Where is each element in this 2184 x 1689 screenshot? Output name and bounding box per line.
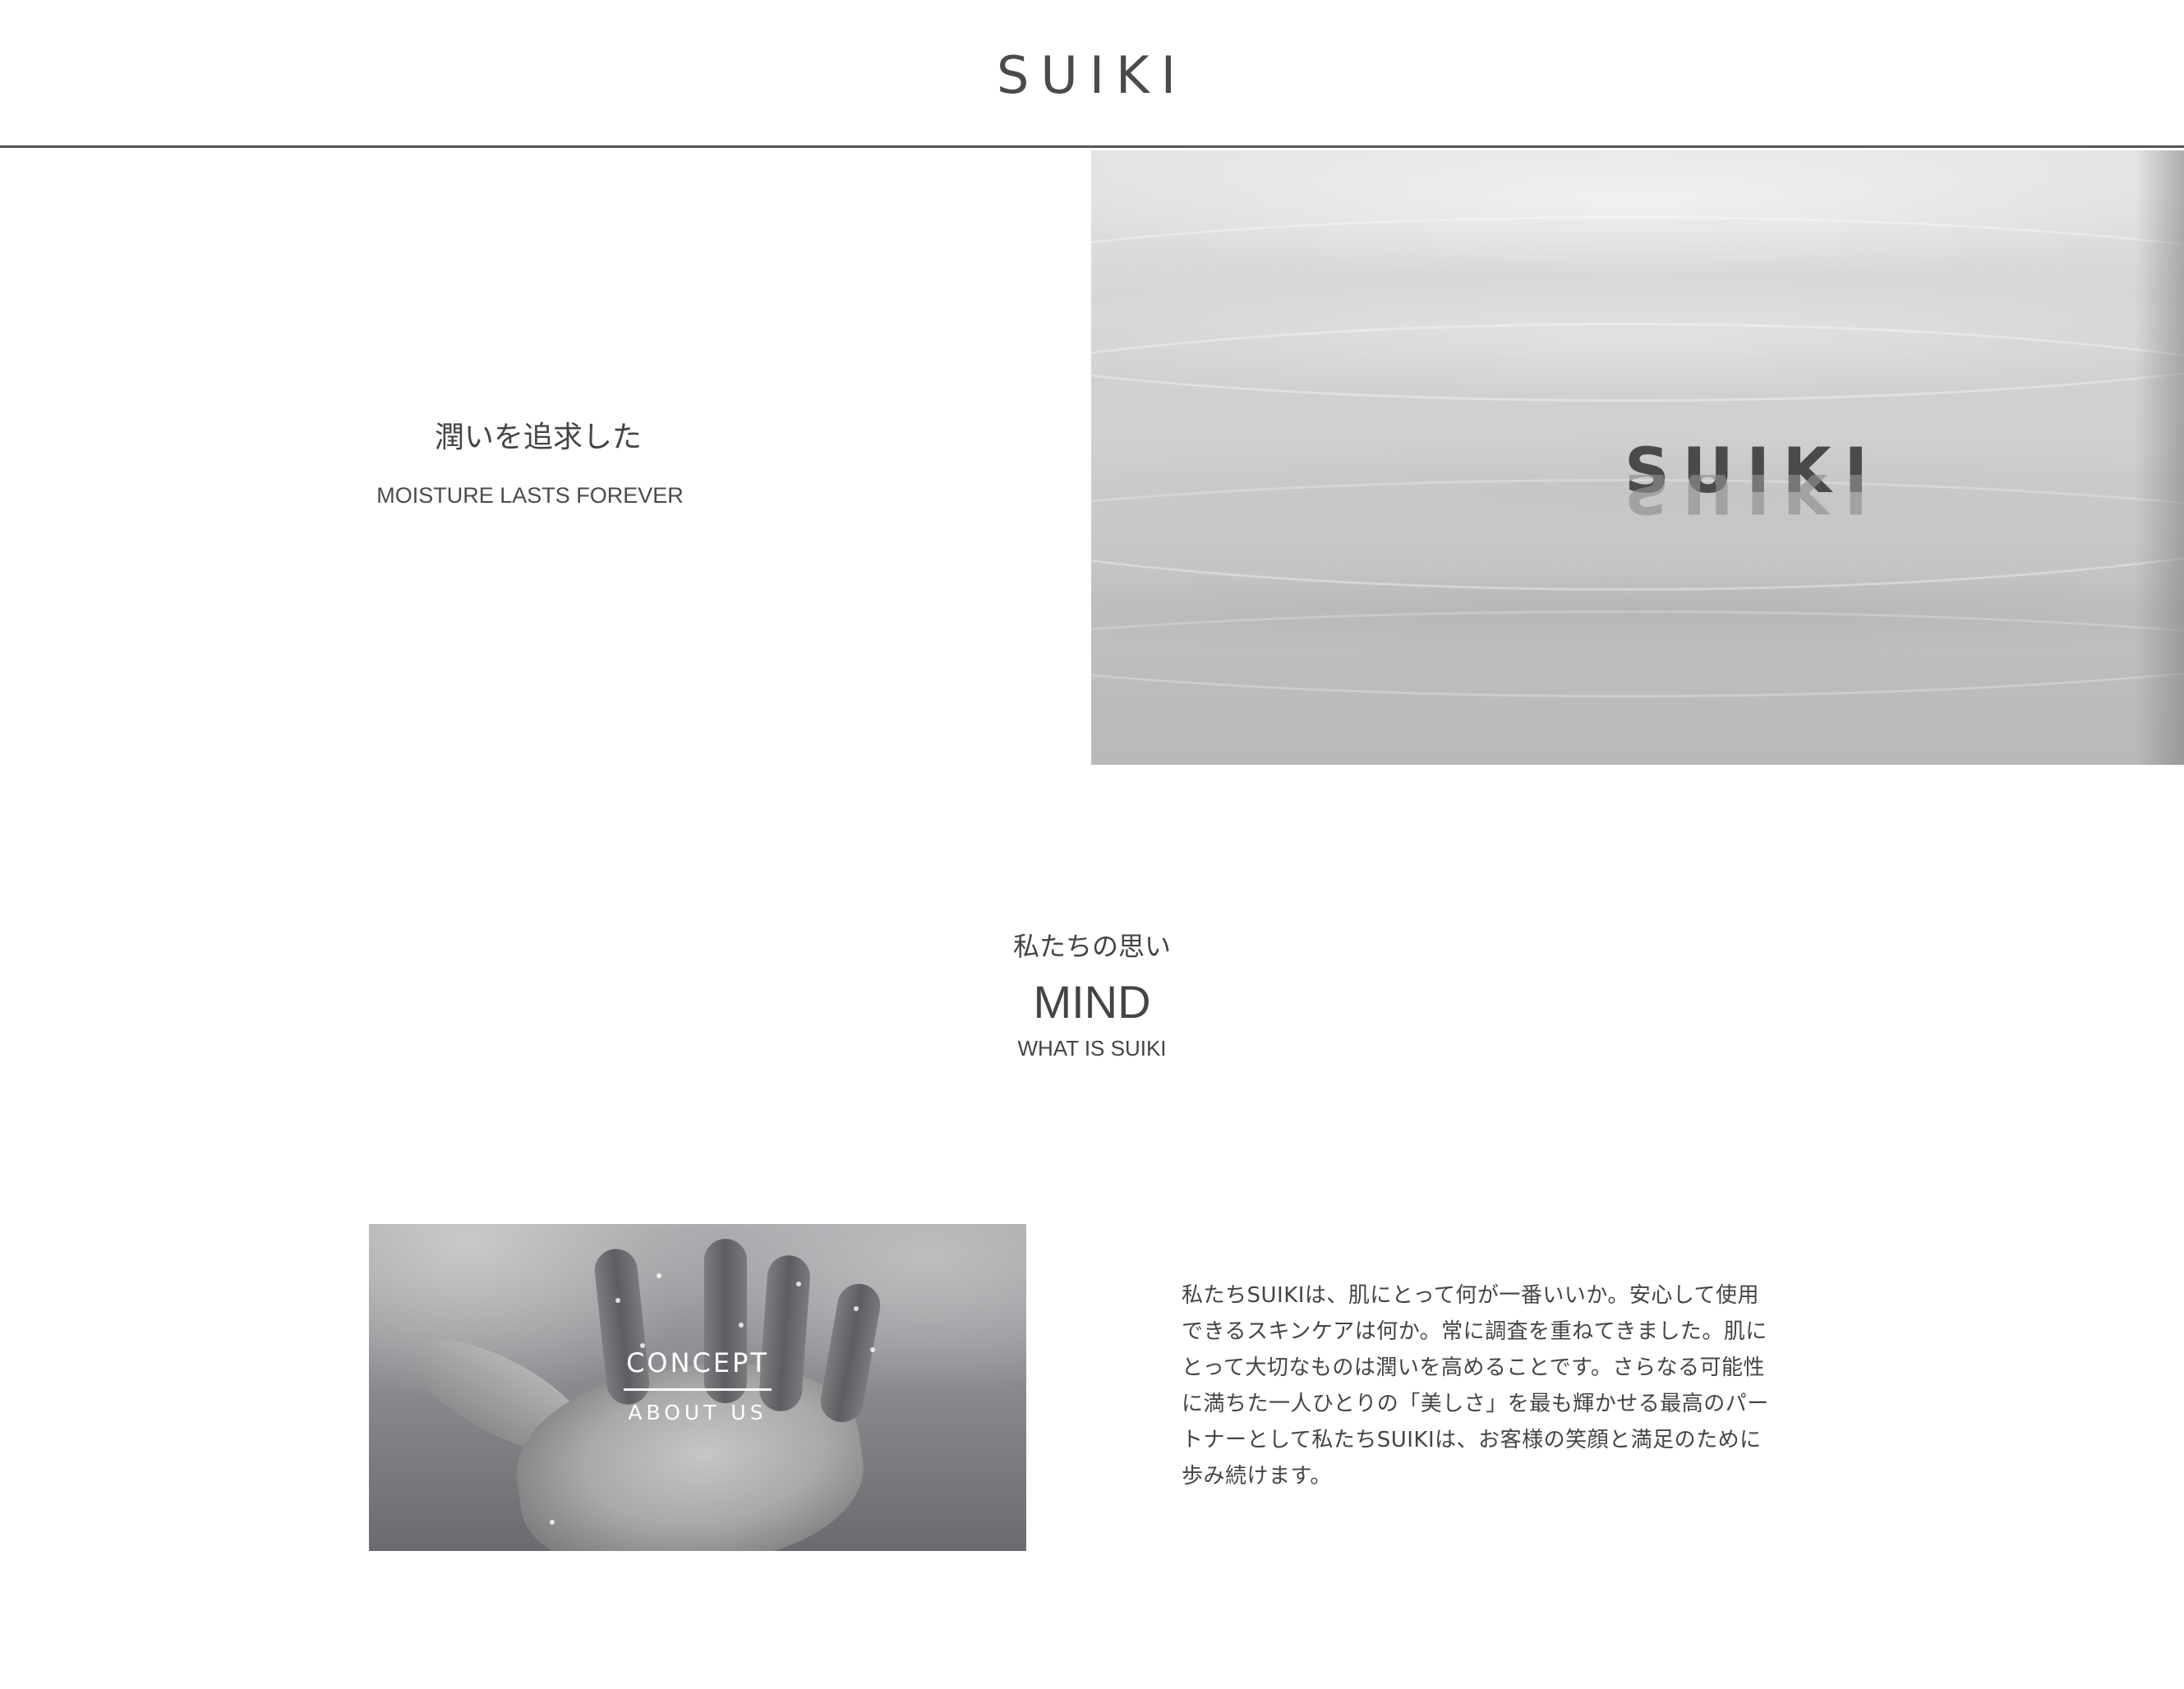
water-droplet — [854, 1306, 859, 1311]
water-ripple — [1091, 610, 2184, 765]
water-droplet — [550, 1520, 555, 1525]
hero-subtitle: MOISTURE LASTS FOREVER — [376, 483, 684, 508]
body-line: とって大切なものは潤いを高めることです。さらなる可能性 — [1182, 1355, 1766, 1380]
concept-label: CONCEPT — [626, 1347, 769, 1378]
mind-subtitle: WHAT IS SUIKI — [1017, 1036, 1167, 1061]
water-droplet — [796, 1282, 801, 1286]
hero-text-panel: 潤いを追求した MOISTURE LASTS FOREVER — [0, 150, 1091, 765]
site-logo[interactable]: SUIKI — [0, 43, 2184, 108]
body-line: トナーとして私たちSUIKIは、お客様の笑顔と満足のために — [1182, 1428, 1762, 1452]
mind-body-text: 私たちSUIKIは、肌にとって何が一番いいか。安心して使用 できるスキンケアは何… — [1182, 1277, 1822, 1494]
concept-card-link[interactable]: CONCEPT ABOUT US — [369, 1224, 1026, 1551]
concept-divider — [624, 1388, 772, 1391]
water-droplet — [739, 1323, 744, 1328]
water-droplet — [657, 1273, 661, 1278]
mind-title-ja: 私たちの思い — [1012, 931, 1171, 962]
body-line: 歩み続けます。 — [1182, 1464, 1332, 1489]
about-us-label: ABOUT US — [628, 1401, 767, 1424]
hero-brand-reflection: SUIKI — [1624, 475, 1881, 527]
site-header: SUIKI — [0, 0, 2184, 148]
body-line: に満ちた一人ひとりの「美しさ」を最も輝かせる最高のパー — [1182, 1392, 1769, 1416]
hand-image-finger — [592, 1246, 652, 1407]
water-droplet — [615, 1298, 620, 1303]
body-line: できるスキンケアは何か。常に調査を重ねてきました。肌に — [1182, 1319, 1767, 1344]
mind-title: MIND — [1033, 976, 1151, 1028]
hero-water-image: SUIKI SUIKI — [1091, 150, 2184, 765]
body-line: 私たちSUIKIは、肌にとって何が一番いいか。安心して使用 — [1182, 1283, 1760, 1308]
hero-title: 潤いを追求した — [434, 421, 642, 454]
